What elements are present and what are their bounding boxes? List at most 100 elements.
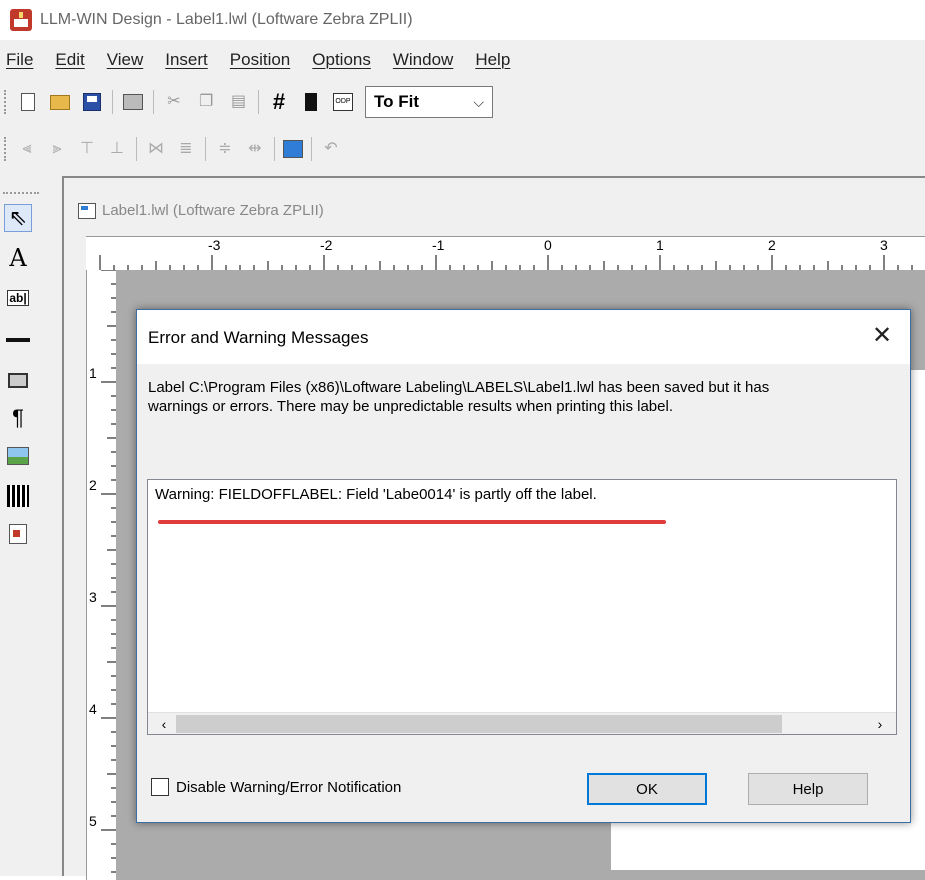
ruler-label: -2 [320,237,333,253]
dialog-title: Error and Warning Messages [148,328,369,347]
menu-edit[interactable]: Edit [55,50,84,70]
save-disk-icon [83,93,101,111]
line-tool[interactable] [4,326,32,354]
ok-button[interactable]: OK [587,773,707,805]
palette-grip[interactable] [3,192,39,196]
grid-icon: # [272,89,286,114]
menu-file[interactable]: File [6,50,33,70]
list-item[interactable]: Warning: FIELDOFFLABEL: Field 'Labe0014'… [155,486,597,503]
toolbar-separator [112,90,113,114]
center-horizontal-icon[interactable]: ⇹ [244,140,266,158]
alignment-toolbar: ⫷ ⫸ ⊤ ⊥ ⋈ ≣ ≑ ⇹ ↶ [0,124,925,176]
vertical-ruler: 1 2 3 4 5 [86,270,116,880]
checkbox-label: Disable Warning/Error Notification [176,778,402,796]
document-titlebar[interactable]: Label1.lwl (Loftware Zebra ZPLII) [78,202,324,219]
ruler-label: 0 [544,237,552,253]
toolbar-separator [136,137,137,161]
menu-view[interactable]: View [107,50,144,70]
pointer-arrow-icon: ⇖ [8,205,28,230]
rectangle-icon [8,372,28,388]
toolbar-grip[interactable] [4,90,8,114]
scroll-thumb[interactable] [176,715,782,733]
menu-help[interactable]: Help [475,50,510,70]
standard-toolbar: ✂ ❐ ▤ # ODP To Fit ⌵ [0,80,925,124]
document-title: Label1.lwl (Loftware Zebra ZPLII) [102,202,324,219]
open-button[interactable] [48,90,72,114]
ruler-label: 1 [656,237,664,253]
picture-icon [7,447,29,465]
warnings-list[interactable]: Warning: FIELDOFFLABEL: Field 'Labe0014'… [147,479,897,735]
help-button[interactable]: Help [748,773,868,805]
center-vertical-icon[interactable]: ≑ [214,140,236,158]
space-vertical-icon[interactable]: ≣ [175,140,197,158]
ruler-label: 2 [89,477,97,493]
open-folder-icon [50,94,70,110]
ruler-label: 1 [89,365,97,381]
paragraph-icon: ¶ [12,405,24,430]
zoom-select[interactable]: To Fit ⌵ [365,86,493,118]
ruler-label: 3 [89,589,97,605]
close-icon[interactable]: ✕ [864,318,900,354]
new-file-icon [21,93,35,111]
text-A-icon: A [9,244,27,272]
grid-button[interactable]: # [267,90,291,114]
toolbar-separator [311,137,312,161]
toolbar-grip[interactable] [4,137,8,161]
image-tool[interactable] [4,442,32,470]
rich-text-icon [9,524,27,544]
save-button[interactable] [80,90,104,114]
horizontal-scrollbar[interactable]: ‹ › [148,712,896,734]
printer-properties-button[interactable] [299,90,323,114]
menu-options[interactable]: Options [312,50,371,70]
align-right-icon[interactable]: ⫸ [46,140,68,158]
cut-button[interactable]: ✂ [162,90,186,114]
box-tool[interactable] [4,366,32,394]
scroll-right-icon[interactable]: › [870,713,890,735]
ruler-label: 4 [89,701,97,717]
disable-notification-checkbox[interactable] [151,778,169,796]
ruler-label: 5 [89,813,97,829]
tool-palette: ⇖ A ab| ¶ [0,176,60,876]
new-button[interactable] [16,90,40,114]
toolbar-separator [153,90,154,114]
align-left-icon[interactable]: ⫷ [16,140,38,158]
red-annotation-underline [158,520,666,524]
barcode-icon [7,485,29,507]
menu-bar: File Edit View Insert Position Options W… [0,40,925,80]
copy-button[interactable]: ❐ [194,90,218,114]
dialog-titlebar[interactable]: Error and Warning Messages ✕ [137,310,910,364]
printer-setup-icon [305,93,317,111]
dialog-message-line: warnings or errors. There may be unpredi… [148,398,673,415]
space-horizontal-icon[interactable]: ⋈ [145,140,167,158]
bring-to-front-icon[interactable] [283,140,303,158]
title-bar: LLM-WIN Design - Label1.lwl (Loftware Ze… [0,0,925,40]
align-bottom-icon[interactable]: ⊥ [106,140,128,158]
window-title: LLM-WIN Design - Label1.lwl (Loftware Ze… [40,11,413,28]
print-button[interactable] [121,90,145,114]
barcode-tool[interactable] [4,482,32,510]
toolbar-separator [258,90,259,114]
rtf-tool[interactable] [4,520,32,548]
toolbar-separator [274,137,275,161]
undo-icon[interactable]: ↶ [320,140,342,158]
scroll-left-icon[interactable]: ‹ [154,713,174,735]
select-tool[interactable]: ⇖ [4,204,32,232]
line-icon [6,338,30,342]
chevron-down-icon: ⌵ [473,93,484,110]
align-top-icon[interactable]: ⊤ [76,140,98,158]
menu-insert[interactable]: Insert [165,50,208,70]
menu-window[interactable]: Window [393,50,453,70]
horizontal-ruler: -3 -2 -1 0 1 2 3 [86,236,925,270]
toolbar-separator [205,137,206,161]
disable-notification-checkbox-row[interactable]: Disable Warning/Error Notification [151,778,401,796]
paste-button[interactable]: ▤ [226,90,250,114]
odp-button[interactable]: ODP [331,90,355,114]
document-icon [78,202,96,219]
error-warning-dialog: Error and Warning Messages ✕ Label C:\Pr… [136,309,911,823]
menu-position[interactable]: Position [230,50,290,70]
text-tool[interactable]: A [4,244,32,272]
paragraph-tool[interactable]: ¶ [4,404,32,432]
text-field-tool[interactable]: ab| [4,284,32,312]
ruler-label: 2 [768,237,776,253]
dialog-message: Label C:\Program Files (x86)\Loftware La… [148,378,898,416]
